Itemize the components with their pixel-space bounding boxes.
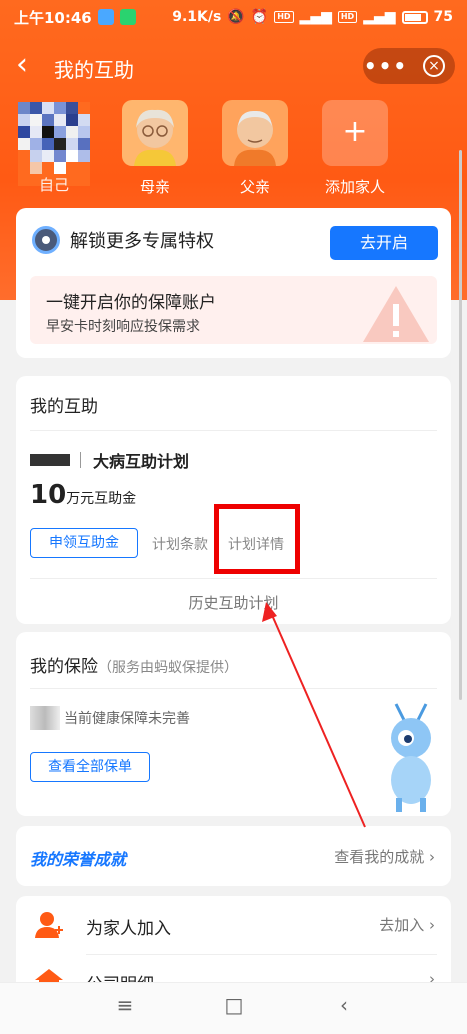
father-avatar [222, 100, 288, 166]
divider [86, 954, 437, 955]
mutual-aid-title: 我的互助 [30, 397, 98, 417]
family-self-label: 自己 [38, 176, 69, 194]
honor-card[interactable]: 我的荣誉成就 查看我的成就 › [16, 826, 451, 886]
status-bar: 上午10:46 9.1K/s 🔕 ⏰ HD ▂▄▆ HD ▂▄▆ 75 [0, 0, 467, 34]
separator [80, 452, 81, 468]
promo-subtitle: 早安卡时刻响应投保需求 [46, 319, 200, 335]
promo-title: 一键开启你的保障账户 [46, 293, 216, 313]
unlock-card: 解锁更多专属特权 去开启 一键开启你的保障账户 早安卡时刻响应投保需求 [16, 208, 451, 358]
highlight-box [214, 504, 300, 574]
robot-icon [32, 226, 60, 254]
view-all-policies-button[interactable]: 查看全部保单 [30, 752, 150, 782]
close-button[interactable]: × [423, 55, 445, 77]
view-achievements-link[interactable]: 查看我的成就 › [334, 846, 435, 867]
home-button[interactable]: □ [214, 993, 254, 1023]
plan-name: 大病互助计划 [93, 452, 190, 471]
plus-icon: + [342, 114, 368, 149]
plan-terms-link[interactable]: 计划条款 [152, 534, 208, 554]
battery-level: 75 [433, 9, 453, 25]
family-mother[interactable]: 母亲 [120, 100, 190, 197]
divider [30, 578, 437, 579]
family-self[interactable]: 自己 [18, 168, 90, 195]
unlock-row: 解锁更多专属特权 [32, 226, 214, 254]
mother-avatar [122, 100, 188, 166]
miniapp-capsule: ••• × [363, 48, 455, 84]
menu-button[interactable]: ≡ [105, 993, 145, 1023]
add-family-button[interactable]: + 添加家人 [320, 100, 390, 197]
history-plans-link[interactable]: 历史互助计划 [16, 592, 451, 613]
unlock-title: 解锁更多专属特权 [70, 231, 214, 252]
enable-button[interactable]: 去开启 [330, 226, 438, 260]
hd-icon-2: HD [337, 11, 358, 23]
join-for-family-label[interactable]: 为家人加入 [86, 914, 171, 939]
family-mother-label: 母亲 [139, 178, 170, 196]
app-notification-icon [97, 9, 114, 25]
aid-amount: 10万元互助金 [30, 480, 136, 510]
aid-amount-value: 10 [30, 480, 67, 510]
honor-title: 我的荣誉成就 [30, 850, 127, 869]
mutual-aid-card: 我的互助 大病互助计划 10万元互助金 申领互助金 计划条款 计划详情 历史互助… [16, 376, 451, 624]
promo-banner[interactable]: 一键开启你的保障账户 早安卡时刻响应投保需求 [30, 276, 437, 344]
status-time: 上午10:46 [14, 8, 92, 27]
divider [30, 688, 437, 689]
network-speed: 9.1K/s [172, 9, 222, 25]
add-family-member-icon [35, 912, 63, 938]
insurance-status: 当前健康保障未完善 [64, 711, 190, 727]
system-navigation-bar: ≡ □ ‹ [0, 982, 467, 1034]
aid-amount-unit: 万元互助金 [66, 491, 137, 507]
hd-icon: HD [274, 11, 294, 23]
redacted-name [30, 454, 70, 466]
join-link[interactable]: 去加入 › [379, 914, 435, 935]
scrollbar[interactable] [459, 150, 462, 700]
signal-icon: ▂▄▆ [299, 9, 332, 25]
mute-icon: 🔕 [227, 9, 245, 25]
system-back-button[interactable]: ‹ [324, 993, 364, 1023]
more-button[interactable]: ••• [363, 51, 409, 81]
insurance-title: 我的保险 [30, 657, 98, 677]
add-family-tile: + [322, 100, 388, 166]
blurred-avatar [30, 706, 60, 730]
back-button[interactable]: ‹ [16, 48, 46, 84]
ant-mascot-icon [391, 703, 431, 812]
insurance-heading: 我的保险（服务由蚂蚁保提供） [30, 652, 238, 677]
alarm-icon: ⏰ [250, 9, 269, 25]
insurance-card: 我的保险（服务由蚂蚁保提供） 当前健康保障未完善 查看全部保单 [16, 632, 451, 816]
battery-icon [401, 10, 428, 24]
navigation-bar: ‹ 我的互助 ••• × [0, 44, 467, 88]
plan-row: 大病互助计划 [30, 448, 189, 472]
add-family-label: 添加家人 [324, 178, 385, 196]
claim-aid-button[interactable]: 申领互助金 [30, 528, 138, 558]
page-title: 我的互助 [54, 58, 134, 82]
insurance-provider: （服务由蚂蚁保提供） [98, 660, 238, 676]
divider [30, 430, 437, 431]
video-notification-icon [119, 9, 136, 25]
family-father[interactable]: 父亲 [220, 100, 290, 197]
signal-icon-2: ▂▄▆ [363, 9, 396, 25]
family-father-label: 父亲 [239, 178, 270, 196]
warning-icon [363, 286, 429, 342]
